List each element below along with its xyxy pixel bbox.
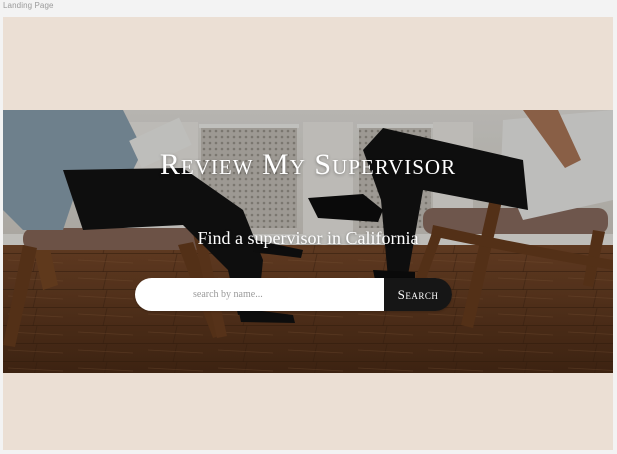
search-button[interactable]: Search (384, 278, 452, 311)
search-input[interactable] (135, 278, 384, 311)
search-bar: Search (135, 278, 452, 311)
landing-page: Review My Supervisor Find a supervisor i… (3, 17, 613, 450)
hero-title: Review My Supervisor (159, 148, 457, 181)
hero-banner: Review My Supervisor Find a supervisor i… (3, 110, 613, 373)
window-title: Landing Page (3, 1, 54, 10)
hero-subtitle: Find a supervisor in California (197, 228, 419, 248)
